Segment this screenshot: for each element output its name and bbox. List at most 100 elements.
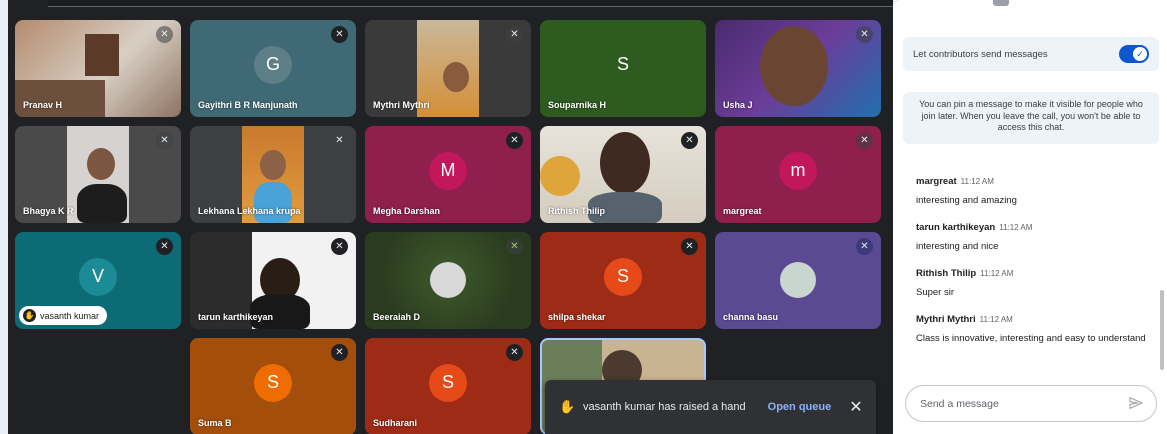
message-time: 11:12 AM bbox=[979, 315, 1013, 324]
chat-scrollbar[interactable] bbox=[1160, 290, 1164, 370]
participant-name: Lekhana Lekhana krupa bbox=[198, 206, 301, 216]
participant-name: Suma B bbox=[198, 418, 232, 428]
message-text: interesting and amazing bbox=[916, 195, 1017, 206]
mic-off-icon: ✕ bbox=[856, 26, 873, 43]
participant-tile[interactable]: M ✕ Megha Darshan bbox=[365, 126, 531, 223]
mic-off-icon: ✕ bbox=[681, 238, 698, 255]
participant-tile[interactable]: ✕ tarun karthikeyan bbox=[190, 232, 356, 329]
mic-off-icon: ✕ bbox=[506, 238, 523, 255]
avatar bbox=[430, 262, 466, 298]
participant-name: vasanth kumar bbox=[40, 310, 100, 321]
background-object bbox=[540, 156, 580, 196]
participant-name: Rithish Thilip bbox=[548, 206, 605, 216]
message-time: 11:12 AM bbox=[999, 223, 1033, 232]
message-text: Class is innovative, interesting and eas… bbox=[916, 333, 1146, 344]
chat-message: Mythri Mythri 11:12 AM Class is innovativ… bbox=[916, 314, 1156, 346]
chat-panel: Let contributors send messages ✓ You can… bbox=[893, 0, 1167, 434]
message-composer bbox=[905, 385, 1157, 422]
avatar bbox=[780, 262, 816, 298]
message-input[interactable] bbox=[918, 394, 1122, 414]
participant-tile[interactable]: ✕ Mythri Mythri bbox=[365, 20, 531, 117]
mic-off-icon: ✕ bbox=[156, 238, 173, 255]
window-edge bbox=[0, 0, 8, 434]
mic-off-icon: ✕ bbox=[331, 132, 348, 149]
participant-face bbox=[443, 62, 469, 92]
participant-face bbox=[760, 26, 828, 106]
participant-tile[interactable]: ✕ Rithish Thilip bbox=[540, 126, 706, 223]
participant-tile[interactable]: G ✕ Gayithri B R Manjunath bbox=[190, 20, 356, 117]
participant-tile[interactable]: S ✕ Sudharani bbox=[365, 338, 531, 434]
chat-info-text: You can pin a message to make it visible… bbox=[919, 99, 1143, 132]
presentation-strip bbox=[48, 0, 893, 7]
participant-body bbox=[77, 184, 127, 223]
mic-off-icon: ✕ bbox=[856, 238, 873, 255]
setting-label: Let contributors send messages bbox=[913, 48, 1048, 60]
message-time: 11:12 AM bbox=[960, 177, 994, 186]
mic-off-icon: ✕ bbox=[156, 26, 173, 43]
chat-info-notice: You can pin a message to make it visible… bbox=[903, 92, 1159, 144]
participant-face bbox=[87, 148, 115, 180]
participant-name: Bhagya K R bbox=[23, 206, 74, 216]
avatar: S bbox=[254, 363, 292, 402]
mic-off-icon: ✕ bbox=[156, 132, 173, 149]
participant-tile[interactable]: ✕ Usha J bbox=[715, 20, 881, 117]
chat-message: Rithish Thilip 11:12 AM Super sir bbox=[916, 268, 1156, 300]
message-header: Mythri Mythri 11:12 AM bbox=[916, 314, 1156, 325]
participant-tile[interactable]: ✕ Pranav H bbox=[15, 20, 181, 117]
open-queue-button[interactable]: Open queue bbox=[768, 401, 832, 413]
raised-hand-notification: ✋ vasanth kumar has raised a hand Open q… bbox=[545, 380, 876, 434]
message-header: tarun karthikeyan 11:12 AM bbox=[916, 222, 1156, 233]
participant-name: margreat bbox=[723, 206, 762, 216]
avatar: V bbox=[79, 257, 117, 296]
avatar: S bbox=[429, 363, 467, 402]
participant-name: Sudharani bbox=[373, 418, 418, 428]
close-icon[interactable]: ✕ bbox=[849, 397, 862, 417]
participant-face bbox=[260, 150, 286, 180]
participant-name: shilpa shekar bbox=[548, 312, 606, 322]
message-header: margreat 11:12 AM bbox=[916, 176, 1156, 187]
participant-tile[interactable]: S Souparnika H bbox=[540, 20, 706, 117]
mic-off-icon: ✕ bbox=[506, 26, 523, 43]
avatar: S bbox=[604, 257, 642, 296]
mic-off-icon: ✕ bbox=[506, 132, 523, 149]
send-icon[interactable] bbox=[1128, 395, 1144, 411]
participant-name: Usha J bbox=[723, 100, 753, 110]
message-sender: margreat bbox=[916, 176, 957, 187]
avatar: m bbox=[779, 151, 817, 190]
avatar: M bbox=[429, 151, 467, 190]
participant-tile[interactable]: ✕ Beeraiah D bbox=[365, 232, 531, 329]
check-icon: ✓ bbox=[1133, 47, 1147, 61]
message-text: Super sir bbox=[916, 287, 955, 298]
contributors-message-setting: Let contributors send messages ✓ bbox=[903, 37, 1159, 71]
video-grid: ✕ Pranav H G ✕ Gayithri B R Manjunath ✕ … bbox=[0, 0, 893, 434]
mic-off-icon: ✕ bbox=[506, 344, 523, 361]
participant-name: Gayithri B R Manjunath bbox=[198, 100, 298, 110]
participant-name: tarun karthikeyan bbox=[198, 312, 274, 322]
participant-body bbox=[254, 182, 292, 223]
mic-off-icon: ✕ bbox=[331, 238, 348, 255]
contributors-message-toggle[interactable]: ✓ bbox=[1119, 45, 1149, 63]
participant-name: Megha Darshan bbox=[373, 206, 441, 216]
message-sender: tarun karthikeyan bbox=[916, 222, 996, 233]
participant-name: Beeraiah D bbox=[373, 312, 421, 322]
participant-name: channa basu bbox=[723, 312, 779, 322]
message-sender: Rithish Thilip bbox=[916, 268, 977, 279]
message-header: Rithish Thilip 11:12 AM bbox=[916, 268, 1156, 279]
avatar: S bbox=[604, 45, 642, 84]
participant-tile[interactable]: S ✕ Suma B bbox=[190, 338, 356, 434]
participant-tile[interactable]: ✕ Lekhana Lekhana krupa bbox=[190, 126, 356, 223]
participant-tile[interactable]: S ✕ shilpa shekar bbox=[540, 232, 706, 329]
raised-hand-name-chip: ✋ vasanth kumar bbox=[19, 306, 108, 325]
participant-tile[interactable]: ✕ Bhagya K R bbox=[15, 126, 181, 223]
participant-face bbox=[600, 132, 650, 194]
participant-name: Souparnika H bbox=[548, 100, 607, 110]
participant-tile[interactable]: V ✕ ✋ vasanth kumar bbox=[15, 232, 181, 329]
chat-message: tarun karthikeyan 11:12 AM interesting an… bbox=[916, 222, 1156, 254]
avatar: G bbox=[254, 45, 292, 84]
participant-tile[interactable]: m ✕ margreat bbox=[715, 126, 881, 223]
notification-message: vasanth kumar has raised a hand bbox=[583, 401, 746, 413]
message-sender: Mythri Mythri bbox=[916, 314, 976, 325]
message-time: 11:12 AM bbox=[980, 269, 1014, 278]
participant-tile[interactable]: ✕ channa basu bbox=[715, 232, 881, 329]
mic-off-icon: ✕ bbox=[681, 132, 698, 149]
